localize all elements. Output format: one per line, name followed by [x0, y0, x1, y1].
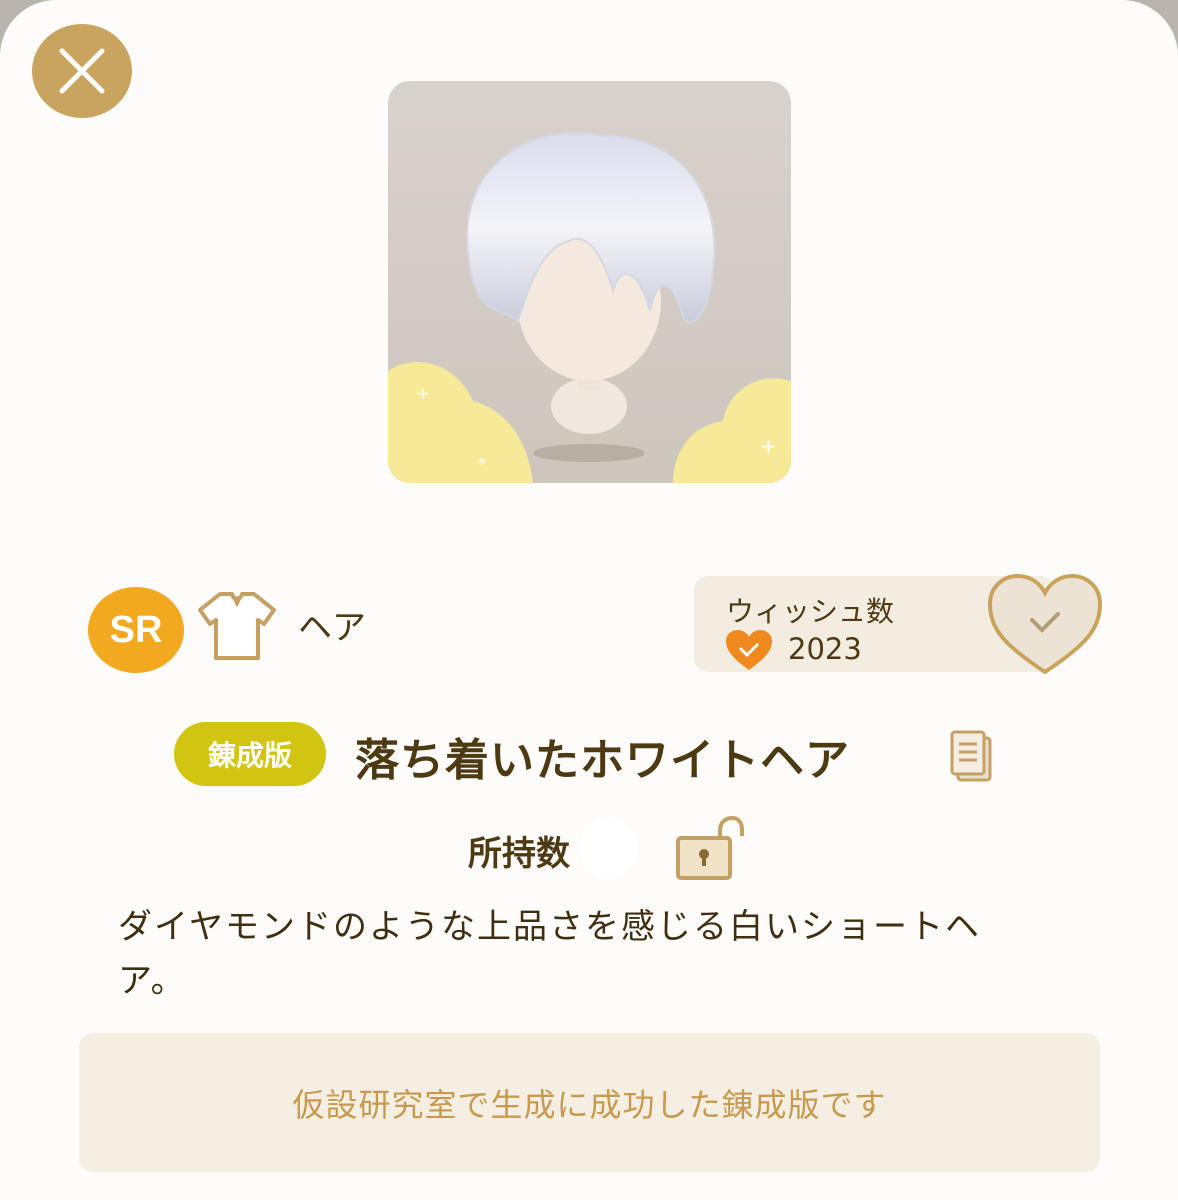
note-text: 仮設研究室で生成に成功した錬成版です: [292, 1085, 887, 1124]
heart-check-small-icon: [726, 630, 772, 670]
close-icon: [59, 48, 105, 94]
item-image: + + *: [388, 81, 791, 483]
document-icon[interactable]: [948, 728, 994, 784]
shirt-icon: [198, 592, 276, 660]
svg-text:*: *: [478, 454, 486, 473]
unlocked-lock-icon[interactable]: [676, 816, 744, 880]
item-detail-panel: + + * SR ヘア ウィッシュ数 2023 錬成版 落ち着いたホワイトヘア …: [0, 0, 1178, 1200]
svg-text:+: +: [760, 434, 777, 458]
owned-count-label: 所持数: [468, 834, 570, 874]
wish-label: ウィッシュ数: [726, 595, 895, 628]
category-label: ヘア: [298, 608, 366, 648]
close-button[interactable]: [32, 24, 132, 118]
version-badge: 錬成版: [174, 722, 326, 786]
rarity-badge: SR: [88, 587, 184, 673]
heart-check-icon[interactable]: [986, 572, 1104, 676]
note-box: 仮設研究室で生成に成功した錬成版です: [79, 1033, 1100, 1172]
wish-count: 2023: [788, 632, 862, 666]
owned-count-value: [580, 818, 638, 878]
svg-text:+: +: [416, 384, 429, 403]
item-name: 落ち着いたホワイトヘア: [355, 735, 850, 786]
item-description: ダイヤモンドのような上品さを感じる白いショートヘア。: [118, 907, 981, 1001]
